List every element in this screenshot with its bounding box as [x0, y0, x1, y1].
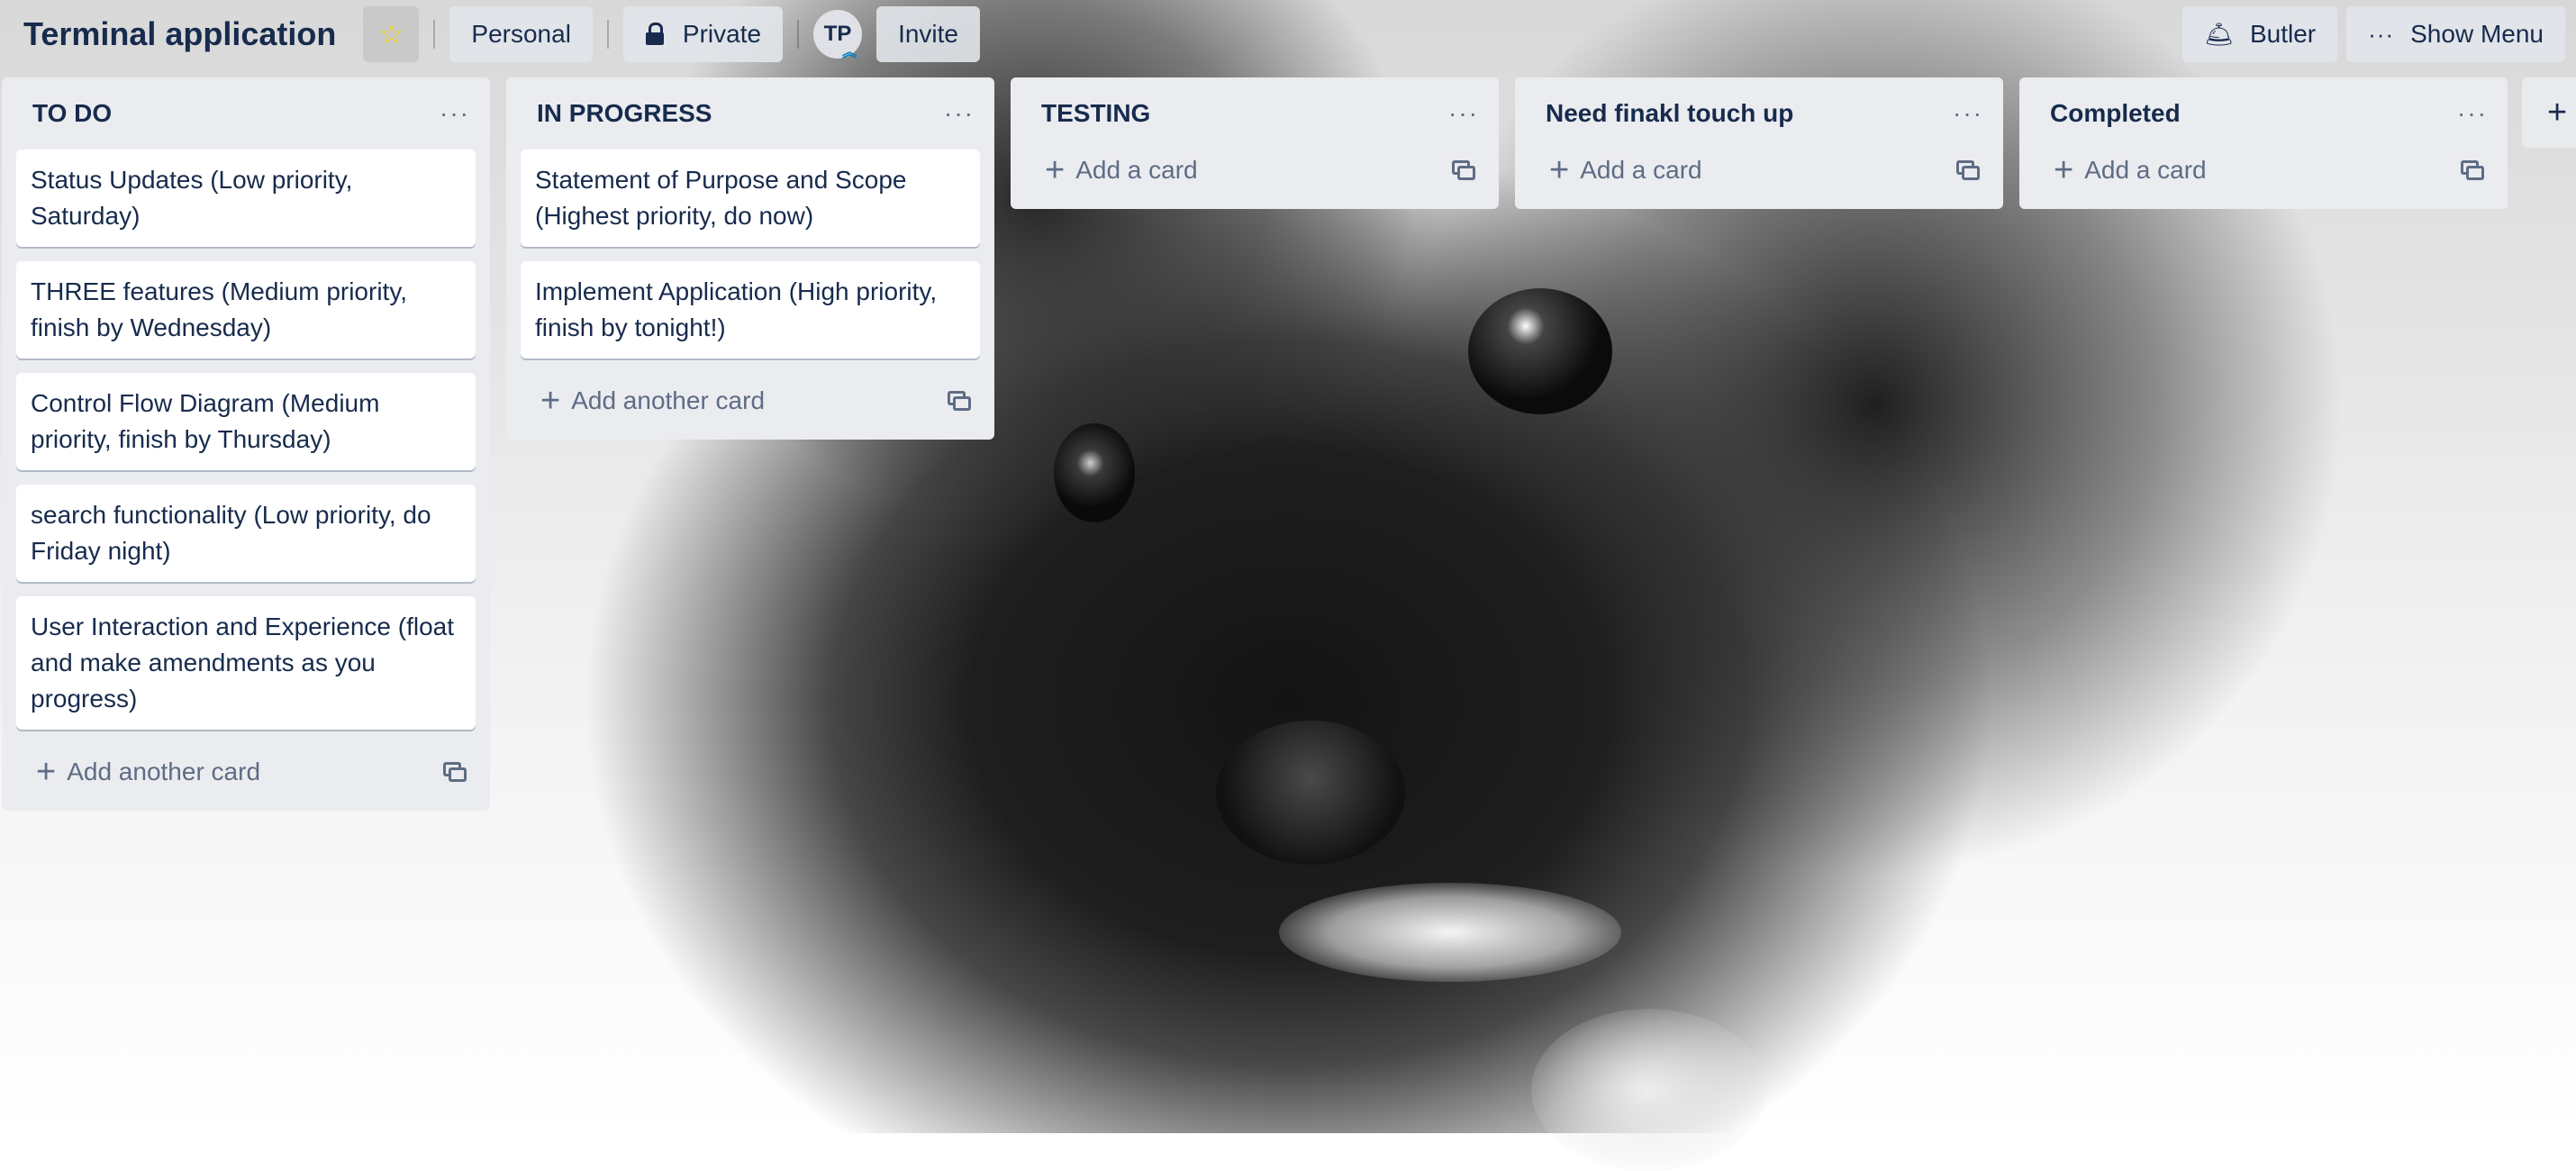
list-header: TESTING ···	[1025, 77, 1484, 150]
add-card-row: + Add another card	[521, 373, 980, 429]
list-testing: TESTING ··· + Add a card	[1011, 77, 1499, 209]
add-card-row: + Add a card	[1529, 142, 1989, 198]
add-list-button[interactable]: +	[2522, 77, 2576, 148]
list-menu-icon[interactable]: ···	[440, 99, 470, 128]
add-card-button[interactable]: + Add a card	[1045, 153, 1198, 187]
add-card-label: Add a card	[1580, 156, 1702, 184]
list-completed: Completed ··· + Add a card	[2019, 77, 2508, 209]
header-divider	[433, 20, 436, 49]
list-title[interactable]: TO DO	[32, 99, 112, 128]
header-divider	[797, 20, 800, 49]
add-card-button[interactable]: + Add another card	[36, 755, 260, 789]
add-card-row: + Add another card	[16, 744, 476, 800]
member-initials: TP	[823, 22, 852, 46]
add-card-label: Add another card	[67, 758, 261, 785]
card[interactable]: Control Flow Diagram (Medium priority, f…	[16, 373, 476, 470]
butler-button[interactable]: 🛎 Butler	[2181, 6, 2338, 62]
list-title[interactable]: Completed	[2050, 99, 2181, 128]
list-header: IN PROGRESS ···	[521, 77, 980, 150]
add-card-row: + Add a card	[2034, 142, 2493, 198]
list-menu-icon[interactable]: ···	[1448, 99, 1479, 128]
list-header: TO DO ···	[16, 77, 476, 150]
list-header: Completed ···	[2034, 77, 2493, 150]
butler-label: Butler	[2249, 20, 2317, 48]
list-menu-icon[interactable]: ···	[2457, 99, 2488, 128]
admin-chevron-icon: ︽	[842, 45, 857, 60]
invite-button[interactable]: Invite	[876, 6, 981, 62]
privacy-label: Private	[682, 20, 762, 48]
header-right-actions: 🛎 Butler ··· Show Menu	[2181, 6, 2565, 62]
board-title[interactable]: Terminal application	[23, 15, 336, 53]
list-in-progress: IN PROGRESS ··· Statement of Purpose and…	[506, 77, 994, 440]
background-photo-detail	[1279, 883, 1621, 982]
add-card-label: Add a card	[2084, 156, 2207, 184]
plus-icon: +	[540, 382, 561, 420]
card-template-icon[interactable]	[948, 391, 971, 411]
card[interactable]: THREE features (Medium priority, finish …	[16, 261, 476, 359]
list-need-final-touch-up: Need finakl touch up ··· + Add a card	[1515, 77, 2003, 209]
plus-icon: +	[1549, 151, 1570, 189]
more-horizontal-icon: ···	[2368, 20, 2395, 48]
plus-icon: +	[2054, 151, 2074, 189]
member-avatar[interactable]: TP ︽	[813, 10, 863, 60]
add-card-label: Add a card	[1075, 156, 1198, 184]
privacy-button[interactable]: Private	[622, 6, 784, 62]
list-title[interactable]: IN PROGRESS	[537, 99, 712, 128]
team-visibility-button[interactable]: Personal	[449, 6, 593, 62]
team-visibility-label: Personal	[471, 20, 571, 48]
card[interactable]: Statement of Purpose and Scope (Highest …	[521, 150, 980, 247]
card[interactable]: Implement Application (High priority, fi…	[521, 261, 980, 359]
plus-icon: +	[1045, 151, 1066, 189]
lock-icon	[645, 23, 665, 46]
list-title[interactable]: TESTING	[1041, 99, 1150, 128]
invite-label: Invite	[898, 20, 959, 48]
butler-icon: 🛎	[2203, 20, 2234, 48]
list-to-do: TO DO ··· Status Updates (Low priority, …	[2, 77, 490, 811]
add-card-button[interactable]: + Add a card	[2054, 153, 2207, 187]
card-template-icon[interactable]	[1452, 160, 1475, 180]
card-template-icon[interactable]	[2461, 160, 2484, 180]
background-photo-detail	[1531, 1009, 1765, 1171]
board-header: Terminal application ☆ Personal Private …	[0, 0, 2576, 68]
add-card-button[interactable]: + Add another card	[540, 384, 765, 418]
list-title[interactable]: Need finakl touch up	[1546, 99, 1793, 128]
background-photo-detail	[1216, 721, 1405, 865]
show-menu-label: Show Menu	[2410, 20, 2544, 48]
add-card-button[interactable]: + Add a card	[1549, 153, 1702, 187]
star-board-button[interactable]: ☆	[363, 6, 420, 62]
background-photo-detail	[1054, 423, 1135, 522]
plus-icon: +	[2547, 93, 2568, 132]
add-card-label: Add another card	[571, 386, 766, 414]
card[interactable]: Status Updates (Low priority, Saturday)	[16, 150, 476, 247]
background-photo-detail	[1468, 288, 1612, 414]
card-template-icon[interactable]	[1956, 160, 1980, 180]
card[interactable]: User Interaction and Experience (float a…	[16, 596, 476, 730]
header-divider	[606, 20, 609, 49]
star-icon: ☆	[378, 19, 404, 50]
list-menu-icon[interactable]: ···	[1953, 99, 1983, 128]
list-menu-icon[interactable]: ···	[944, 99, 975, 128]
card[interactable]: search functionality (Low priority, do F…	[16, 485, 476, 582]
list-header: Need finakl touch up ···	[1529, 77, 1989, 150]
card-template-icon[interactable]	[443, 762, 467, 782]
add-card-row: + Add a card	[1025, 142, 1484, 198]
plus-icon: +	[36, 753, 57, 791]
show-menu-button[interactable]: ··· Show Menu	[2346, 6, 2565, 62]
